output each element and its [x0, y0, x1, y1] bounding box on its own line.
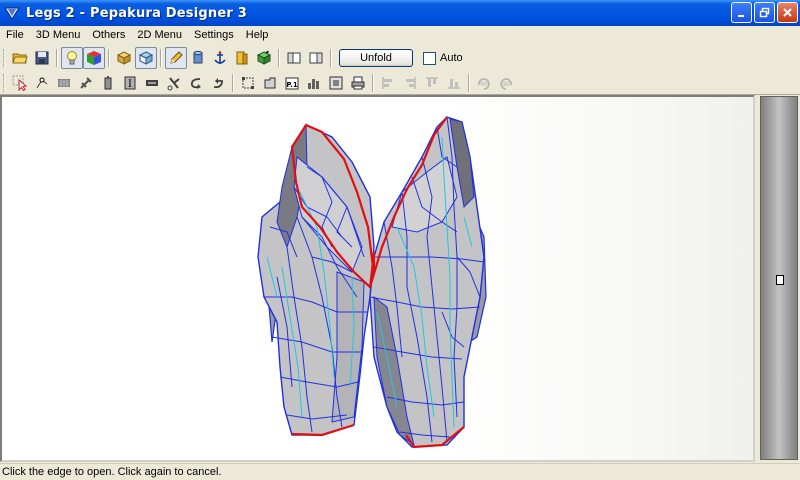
toolbar-separator [278, 49, 280, 67]
auto-checkbox-group[interactable]: Auto [423, 51, 463, 65]
move-point-icon[interactable] [31, 72, 53, 94]
grid-icon[interactable] [53, 72, 75, 94]
viewport-3d[interactable] [2, 97, 753, 460]
title-bar[interactable]: Legs 2 - Pepakura Designer 3 [0, 0, 800, 26]
toolbar-separator [232, 73, 234, 92]
restore-button[interactable] [754, 2, 775, 23]
align-right-icon[interactable] [399, 72, 421, 94]
toolbar-separator [160, 49, 162, 67]
toolbar-separator [372, 73, 374, 92]
splitter-handle[interactable] [776, 275, 784, 285]
svg-text:90: 90 [480, 81, 488, 88]
auto-checkbox[interactable] [423, 51, 436, 65]
menu-help[interactable]: Help [240, 26, 275, 45]
color-cube-icon[interactable] [83, 47, 105, 69]
lightbulb-icon[interactable] [61, 47, 83, 69]
viewport-3d-frame [0, 95, 755, 462]
menu-others[interactable]: Others [86, 26, 131, 45]
box-icon[interactable] [113, 47, 135, 69]
join-icon[interactable] [185, 72, 207, 94]
tool-icon[interactable] [75, 72, 97, 94]
svg-text:I: I [128, 79, 132, 90]
single-view-icon[interactable] [283, 47, 305, 69]
cube-green-icon[interactable] [253, 47, 275, 69]
right-leg-piece[interactable] [368, 116, 487, 449]
flap-icon[interactable] [141, 72, 163, 94]
window-title: Legs 2 - Pepakura Designer 3 [26, 5, 247, 21]
menu-file[interactable]: File [0, 26, 30, 45]
split-view-icon[interactable] [305, 47, 327, 69]
toolbar-separator [468, 73, 470, 92]
page-num-icon[interactable]: P.1 [281, 72, 303, 94]
rotate-icon[interactable] [207, 72, 229, 94]
close-icon [783, 8, 792, 17]
menu-bar: File 3D Menu Others 2D Menu Settings Hel… [0, 26, 800, 45]
toolbar-grip[interactable] [3, 49, 6, 67]
status-text: Click the edge to open. Click again to c… [2, 466, 222, 478]
toolbar-separator [108, 49, 110, 67]
piece-icon[interactable] [259, 72, 281, 94]
svg-text:P.1: P.1 [286, 81, 298, 89]
toolbar-separator [56, 49, 58, 67]
align-bottom-icon[interactable] [443, 72, 465, 94]
open-folder-icon[interactable] [9, 47, 31, 69]
text-box-icon[interactable]: I [119, 72, 141, 94]
minimize-button[interactable] [731, 2, 752, 23]
svg-text:90: 90 [502, 81, 510, 88]
minimize-icon [738, 15, 744, 17]
leg-armor-model[interactable] [2, 97, 753, 460]
menu-settings[interactable]: Settings [188, 26, 240, 45]
chart-icon[interactable] [303, 72, 325, 94]
close-button[interactable] [777, 2, 798, 23]
rotate-90-icon[interactable]: 90 [473, 72, 495, 94]
edit-toolbar: I P.1 90 90 [0, 71, 800, 95]
side-panel [757, 95, 800, 462]
box-texture-icon[interactable] [135, 47, 157, 69]
column-icon[interactable] [97, 72, 119, 94]
book-icon[interactable] [231, 47, 253, 69]
menu-3d[interactable]: 3D Menu [30, 26, 87, 45]
menu-2d[interactable]: 2D Menu [131, 26, 188, 45]
select-box-icon[interactable] [237, 72, 259, 94]
select-arrow-icon[interactable] [9, 72, 31, 94]
pepakura-app-icon[interactable] [4, 5, 20, 21]
panel-splitter[interactable] [760, 96, 798, 460]
anchor-icon[interactable] [209, 47, 231, 69]
align-top-icon[interactable] [421, 72, 443, 94]
unfold-button[interactable]: Unfold [339, 49, 413, 67]
cut-icon[interactable] [163, 72, 185, 94]
toolbar-grip[interactable] [3, 73, 6, 92]
window-controls [731, 2, 798, 23]
restore-icon [759, 7, 770, 18]
print-icon[interactable] [347, 72, 369, 94]
toolbar-separator [330, 49, 332, 67]
auto-label: Auto [440, 52, 463, 64]
pencil-icon[interactable] [165, 47, 187, 69]
main-toolbar: Unfold Auto [0, 46, 800, 70]
rotate-90-ccw-icon[interactable]: 90 [495, 72, 517, 94]
frame-icon[interactable] [325, 72, 347, 94]
cylinder-icon[interactable] [187, 47, 209, 69]
status-bar: Click the edge to open. Click again to c… [0, 463, 800, 480]
align-left-icon[interactable] [377, 72, 399, 94]
left-leg-piece[interactable] [257, 123, 376, 437]
save-icon[interactable] [31, 47, 53, 69]
